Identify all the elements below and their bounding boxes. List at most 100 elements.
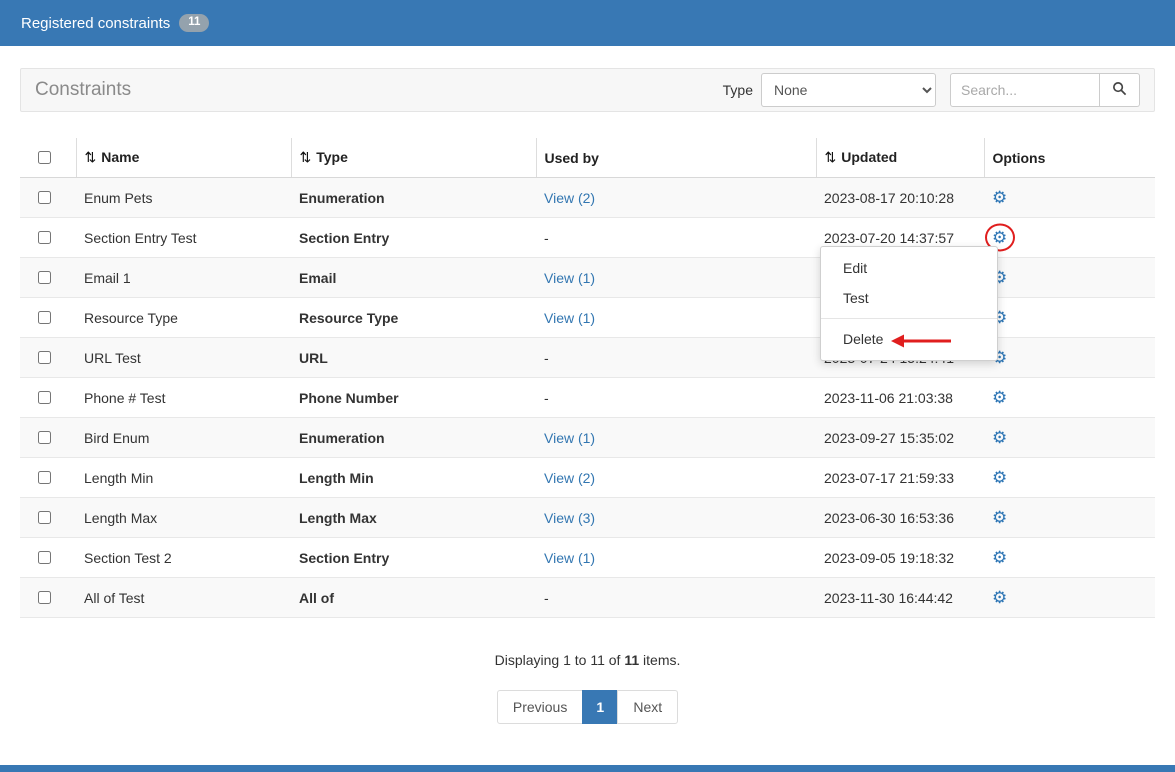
table-row: Length Min Length Min View (2) 2023-07-1… xyxy=(20,458,1155,498)
constraint-name: Resource Type xyxy=(76,298,291,338)
column-header-updated[interactable]: ⇅Updated xyxy=(816,138,984,178)
updated-timestamp: 2023-11-06 21:03:38 xyxy=(816,378,984,418)
table-row: Length Max Length Max View (3) 2023-06-3… xyxy=(20,498,1155,538)
used-by-none: - xyxy=(544,590,549,606)
row-checkbox[interactable] xyxy=(38,351,51,364)
gear-icon[interactable]: ⚙ xyxy=(992,589,1007,606)
constraint-name: Length Max xyxy=(76,498,291,538)
row-checkbox[interactable] xyxy=(38,511,51,524)
row-checkbox[interactable] xyxy=(38,551,51,564)
select-all-checkbox[interactable] xyxy=(38,151,51,164)
constraint-name: Bird Enum xyxy=(76,418,291,458)
constraint-name: Phone # Test xyxy=(76,378,291,418)
used-by-none: - xyxy=(544,390,549,406)
gear-icon[interactable]: ⚙ xyxy=(992,229,1007,246)
constraint-type: Phone Number xyxy=(291,378,536,418)
gear-icon[interactable]: ⚙ xyxy=(992,189,1007,206)
current-page-button[interactable]: 1 xyxy=(582,690,618,724)
row-checkbox[interactable] xyxy=(38,471,51,484)
constraint-type: Section Entry xyxy=(291,218,536,258)
count-badge: 11 xyxy=(179,14,209,32)
summary-suffix: items. xyxy=(643,652,680,668)
gear-icon[interactable]: ⚙ xyxy=(992,549,1007,566)
app-header: Registered constraints 11 xyxy=(0,0,1175,46)
gear-icon[interactable]: ⚙ xyxy=(992,429,1007,446)
table-header-row: ⇅Name ⇅Type Used by ⇅Updated Options xyxy=(20,138,1155,178)
used-by-link[interactable]: View (1) xyxy=(544,310,595,326)
updated-timestamp: 2023-09-27 15:35:02 xyxy=(816,418,984,458)
constraint-type: Length Max xyxy=(291,498,536,538)
constraint-type: Enumeration xyxy=(291,418,536,458)
table-row: Bird Enum Enumeration View (1) 2023-09-2… xyxy=(20,418,1155,458)
column-header-used-by: Used by xyxy=(536,138,816,178)
constraint-name: URL Test xyxy=(76,338,291,378)
column-label-used-by: Used by xyxy=(545,150,599,166)
constraint-type: Section Entry xyxy=(291,538,536,578)
column-label-updated: Updated xyxy=(841,149,897,165)
used-by-link[interactable]: View (1) xyxy=(544,550,595,566)
row-checkbox[interactable] xyxy=(38,231,51,244)
menu-item-test[interactable]: Test xyxy=(821,283,997,313)
summary-total: 11 xyxy=(624,652,639,668)
used-by-link[interactable]: View (2) xyxy=(544,470,595,486)
gear-icon[interactable]: ⚙ xyxy=(992,469,1007,486)
column-header-type[interactable]: ⇅Type xyxy=(291,138,536,178)
main-content: Constraints Type None ⇅ xyxy=(0,46,1175,724)
search-group xyxy=(950,73,1140,107)
updated-timestamp: 2023-06-30 16:53:36 xyxy=(816,498,984,538)
menu-item-delete[interactable]: Delete xyxy=(821,324,997,354)
row-checkbox[interactable] xyxy=(38,191,51,204)
next-page-button[interactable]: Next xyxy=(617,690,678,724)
gear-icon-highlighted[interactable]: ⚙ xyxy=(992,229,1007,246)
menu-divider xyxy=(821,318,997,319)
search-input[interactable] xyxy=(950,73,1100,107)
row-checkbox[interactable] xyxy=(38,311,51,324)
type-select[interactable]: None xyxy=(761,73,936,107)
row-checkbox[interactable] xyxy=(38,391,51,404)
constraint-name: Email 1 xyxy=(76,258,291,298)
summary-prefix: Displaying 1 to 11 of xyxy=(495,652,621,668)
used-by-link[interactable]: View (3) xyxy=(544,510,595,526)
menu-item-edit[interactable]: Edit xyxy=(821,253,997,283)
toolbar: Constraints Type None xyxy=(20,68,1155,112)
updated-timestamp: 2023-08-17 20:10:28 xyxy=(816,178,984,218)
constraint-name: Length Min xyxy=(76,458,291,498)
row-checkbox[interactable] xyxy=(38,431,51,444)
gear-icon[interactable]: ⚙ xyxy=(992,509,1007,526)
search-icon xyxy=(1112,81,1127,99)
bottom-bar xyxy=(0,765,1175,772)
constraint-type: Length Min xyxy=(291,458,536,498)
table-row: Enum Pets Enumeration View (2) 2023-08-1… xyxy=(20,178,1155,218)
constraint-type: Resource Type xyxy=(291,298,536,338)
row-checkbox[interactable] xyxy=(38,591,51,604)
used-by-none: - xyxy=(544,350,549,366)
updated-timestamp: 2023-07-17 21:59:33 xyxy=(816,458,984,498)
used-by-link[interactable]: View (1) xyxy=(544,270,595,286)
column-header-name[interactable]: ⇅Name xyxy=(76,138,291,178)
sort-icon: ⇅ xyxy=(300,149,312,165)
used-by-link[interactable]: View (2) xyxy=(544,190,595,206)
sort-icon: ⇅ xyxy=(825,149,837,165)
updated-timestamp: 2023-09-05 19:18:32 xyxy=(816,538,984,578)
updated-timestamp: 2023-11-30 16:44:42 xyxy=(816,578,984,618)
used-by-none: - xyxy=(544,230,549,246)
previous-page-button[interactable]: Previous xyxy=(497,690,583,724)
table-row: Section Test 2 Section Entry View (1) 20… xyxy=(20,538,1155,578)
sort-icon: ⇅ xyxy=(85,149,97,165)
gear-icon[interactable]: ⚙ xyxy=(992,389,1007,406)
constraint-type: Email xyxy=(291,258,536,298)
used-by-link[interactable]: View (1) xyxy=(544,430,595,446)
panel-title: Constraints xyxy=(35,79,131,101)
search-button[interactable] xyxy=(1100,73,1140,107)
column-header-options: Options xyxy=(984,138,1155,178)
table-row: Phone # Test Phone Number - 2023-11-06 2… xyxy=(20,378,1155,418)
constraint-type: Enumeration xyxy=(291,178,536,218)
page-title: Registered constraints xyxy=(21,15,170,32)
table-row: All of Test All of - 2023-11-30 16:44:42… xyxy=(20,578,1155,618)
column-label-name: Name xyxy=(101,149,139,165)
constraint-name: All of Test xyxy=(76,578,291,618)
constraint-type: URL xyxy=(291,338,536,378)
items-summary: Displaying 1 to 11 of 11 items. xyxy=(20,652,1155,668)
options-dropdown-menu: Edit Test Delete xyxy=(820,246,998,361)
row-checkbox[interactable] xyxy=(38,271,51,284)
